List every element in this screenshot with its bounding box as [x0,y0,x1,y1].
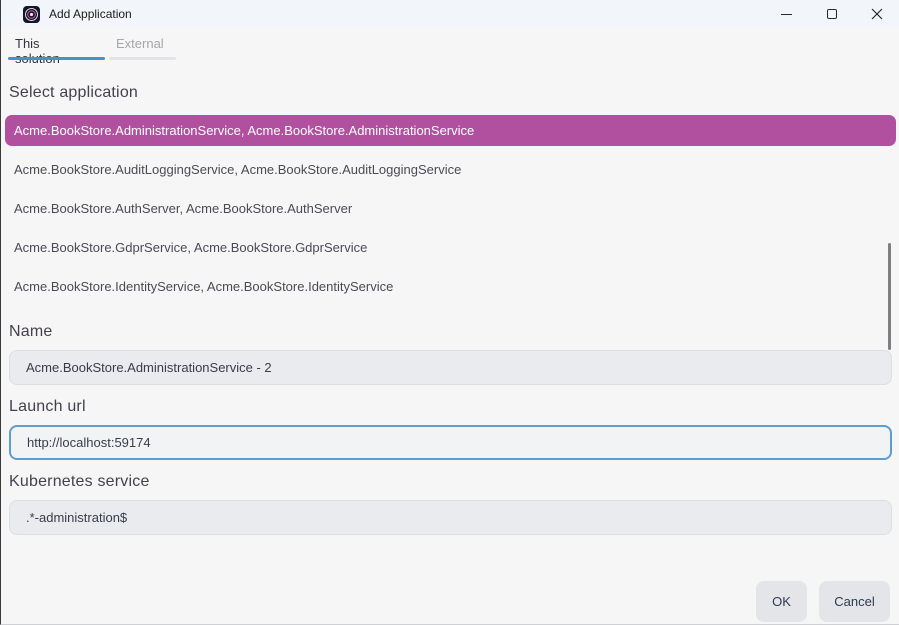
ok-button[interactable]: OK [756,581,807,622]
kubernetes-service-input[interactable] [9,500,892,535]
name-label: Name [9,323,52,341]
close-button[interactable] [854,0,899,28]
cancel-button[interactable]: Cancel [819,581,890,622]
window-title: Add Application [49,7,132,21]
window-controls [764,0,899,28]
select-application-heading: Select application [9,84,138,102]
tab-external[interactable]: External [116,36,164,51]
abp-logo-icon [23,6,40,23]
titlebar: Add Application [1,0,899,28]
add-application-dialog: Add Application This solution External S… [0,0,899,625]
tab-this-solution[interactable]: This solution [15,36,60,66]
application-list-item[interactable]: Acme.BookStore.AdministrationService, Ac… [5,115,896,146]
tab-inactive-indicator [109,57,176,60]
minimize-button[interactable] [764,0,809,28]
list-scrollbar[interactable] [888,243,891,350]
application-list-item[interactable]: Acme.BookStore.IdentityService, Acme.Boo… [5,271,896,302]
close-icon [871,8,883,20]
maximize-button[interactable] [809,0,854,28]
application-list-item[interactable]: Acme.BookStore.AuditLoggingService, Acme… [5,154,896,185]
application-list-item[interactable]: Acme.BookStore.AuthServer, Acme.BookStor… [5,193,896,224]
kubernetes-service-label: Kubernetes service [9,473,150,491]
launch-url-label: Launch url [9,398,86,416]
name-input[interactable] [9,350,892,385]
launch-url-input[interactable] [9,425,892,460]
minimize-icon [781,14,792,15]
tab-active-indicator [8,57,105,60]
maximize-icon [827,9,837,19]
application-list-item[interactable]: Acme.BookStore.GdprService, Acme.BookSto… [5,232,896,263]
